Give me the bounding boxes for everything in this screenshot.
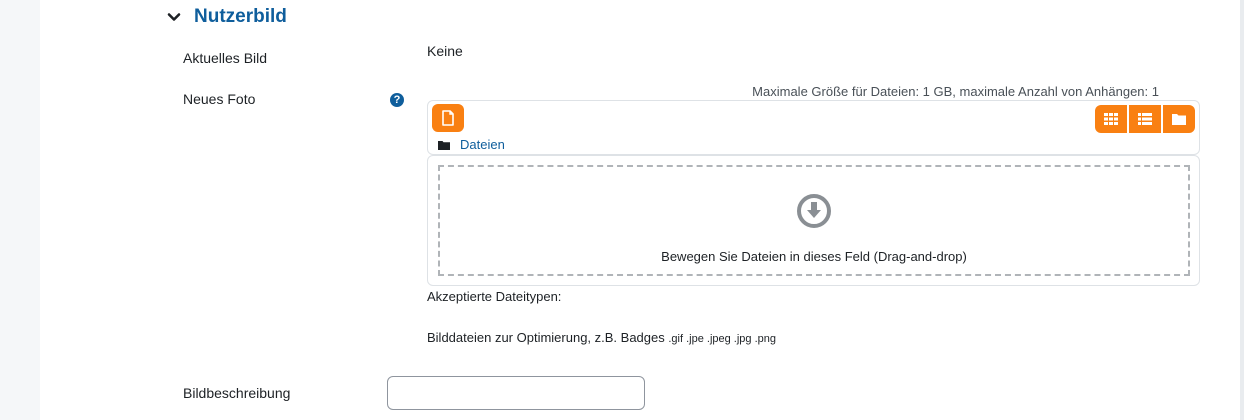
- chevron-down-icon: [167, 13, 181, 21]
- drop-instruction: Bewegen Sie Dateien in dieses Feld (Drag…: [661, 249, 967, 264]
- question-circle-icon[interactable]: ?: [390, 93, 404, 107]
- arrow-down-circle-icon: [797, 194, 831, 228]
- image-description-label: Bildbeschreibung: [183, 385, 291, 401]
- tree-view-button[interactable]: [1163, 105, 1195, 133]
- file-drop-area[interactable]: Bewegen Sie Dateien in dieses Feld (Drag…: [427, 155, 1200, 286]
- accepted-types-description: Bilddateien zur Optimierung, z.B. Badges: [427, 330, 665, 345]
- list-icon: [1138, 113, 1152, 125]
- current-picture-label: Aktuelles Bild: [183, 50, 268, 66]
- view-switcher: [1095, 105, 1195, 133]
- max-size-info: Maximale Größe für Dateien: 1 GB, maxima…: [752, 84, 1159, 99]
- breadcrumb: Dateien: [438, 137, 505, 152]
- file-picker-toolbar: Dateien: [427, 100, 1200, 155]
- folder-icon: [1172, 114, 1186, 125]
- folder-icon: [438, 140, 450, 150]
- current-picture-value: Keine: [427, 43, 463, 59]
- form-page: Nutzerbild Aktuelles Bild Keine Neues Fo…: [40, 0, 1240, 420]
- drop-zone[interactable]: Bewegen Sie Dateien in dieses Feld (Drag…: [438, 165, 1190, 276]
- path-link-files[interactable]: Dateien: [460, 137, 505, 152]
- file-icon: [442, 110, 454, 126]
- section-header-user-picture[interactable]: Nutzerbild: [166, 4, 287, 30]
- list-view-button[interactable]: [1129, 105, 1161, 133]
- new-picture-label: Neues Foto: [183, 91, 256, 107]
- grid-view-button[interactable]: [1095, 105, 1127, 133]
- section-title: Nutzerbild: [194, 6, 287, 27]
- image-description-input[interactable]: [387, 376, 645, 410]
- add-file-button[interactable]: [432, 104, 464, 132]
- accepted-types-label: Akzeptierte Dateitypen:: [427, 289, 562, 304]
- grid-icon: [1104, 113, 1118, 125]
- page-edge: [1240, 0, 1244, 420]
- accepted-types-list: Bilddateien zur Optimierung, z.B. Badges…: [427, 330, 776, 345]
- accepted-types-extensions: .gif .jpe .jpeg .jpg .png: [668, 333, 777, 345]
